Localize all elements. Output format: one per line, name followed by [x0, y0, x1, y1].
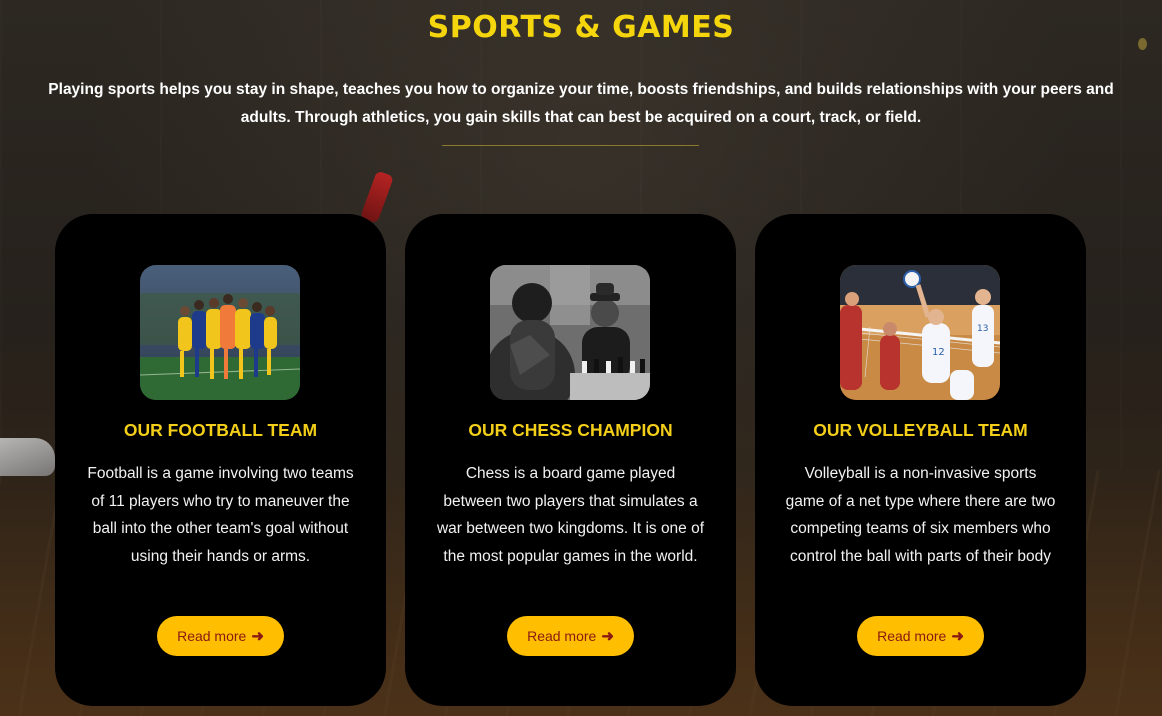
read-more-label: Read more: [877, 628, 947, 644]
card-description: Chess is a board game played between two…: [436, 465, 705, 565]
read-more-button[interactable]: Read more ➜: [857, 616, 984, 656]
card-chess: OUR CHESS CHAMPION Chess is a board game…: [405, 214, 736, 706]
read-more-button[interactable]: Read more ➜: [507, 616, 634, 656]
card-title: OUR FOOTBALL TEAM: [123, 420, 318, 440]
section-title: SPORTS & GAMES: [427, 10, 735, 45]
arrow-right-icon: ➜: [251, 628, 264, 645]
card-description: Volleyball is a non-invasive sports game…: [785, 465, 1056, 565]
arrow-right-icon: ➜: [601, 628, 614, 645]
volleyball-team-image: 12 13: [840, 265, 1000, 400]
read-more-button[interactable]: Read more ➜: [157, 616, 284, 656]
svg-text:12: 12: [932, 347, 945, 358]
read-more-label: Read more: [177, 628, 247, 644]
football-team-image: [140, 265, 300, 400]
svg-text:13: 13: [977, 324, 988, 334]
read-more-label: Read more: [527, 628, 597, 644]
arrow-right-icon: ➜: [951, 628, 964, 645]
card-volleyball: 12 13 OUR VOLLEYBALL TEAM Volleyball is …: [755, 214, 1086, 706]
section-intro: Playing sports helps you stay in shape, …: [48, 81, 1114, 126]
card-title: OUR VOLLEYBALL TEAM: [813, 420, 1028, 440]
chess-champion-image: [490, 265, 650, 400]
card-description: Football is a game involving two teams o…: [87, 465, 354, 565]
background-shoe: [0, 438, 55, 476]
card-title: OUR CHESS CHAMPION: [468, 420, 673, 440]
title-divider: [442, 145, 699, 146]
card-football: OUR FOOTBALL TEAM Football is a game inv…: [55, 214, 386, 706]
